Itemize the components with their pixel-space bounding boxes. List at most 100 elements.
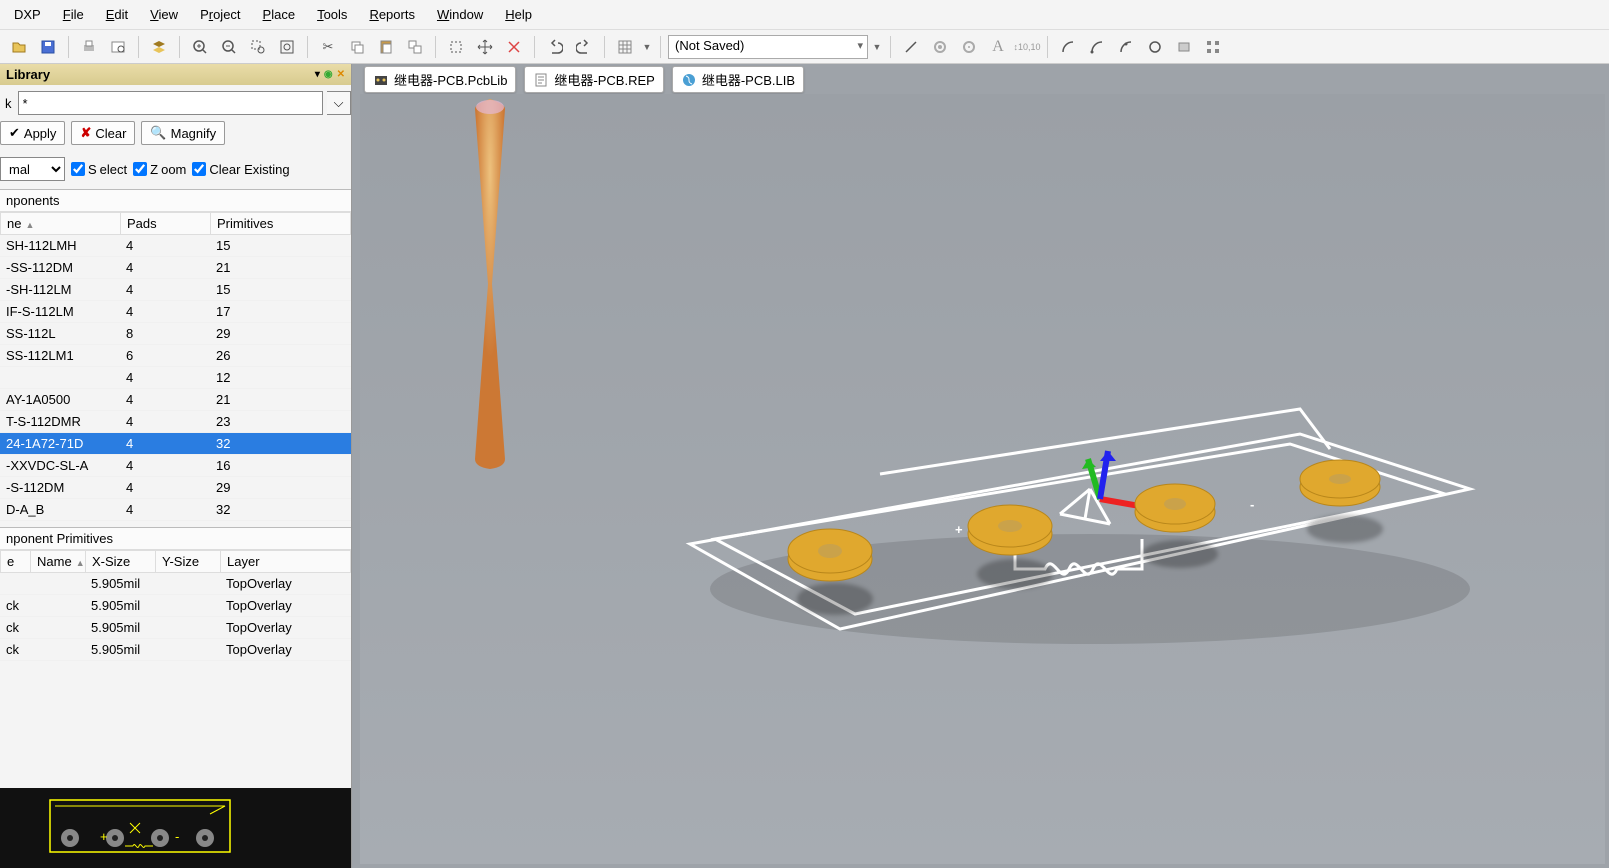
config-selector[interactable]: (Not Saved) bbox=[668, 35, 868, 59]
tab-lib[interactable]: 继电器-PCB.LIB bbox=[672, 66, 804, 93]
mask-label: k bbox=[2, 96, 14, 111]
pcol-name[interactable]: Name▲ bbox=[31, 551, 86, 573]
menu-reports[interactable]: Reports bbox=[359, 3, 425, 26]
menu-help[interactable]: Help bbox=[495, 3, 542, 26]
tab-rep[interactable]: 继电器-PCB.REP bbox=[524, 66, 663, 93]
menu-tools[interactable]: Tools bbox=[307, 3, 357, 26]
select-checkbox[interactable]: Select bbox=[71, 162, 127, 177]
table-row[interactable]: -SS-112DM421 bbox=[0, 257, 351, 279]
tab-pcblib[interactable]: 继电器-PCB.PcbLib bbox=[364, 66, 516, 93]
svg-text:+: + bbox=[100, 829, 108, 844]
arc-tool1-icon[interactable] bbox=[1055, 34, 1081, 60]
circle-tool-icon[interactable] bbox=[1142, 34, 1168, 60]
print-icon[interactable] bbox=[76, 34, 102, 60]
save-icon[interactable] bbox=[35, 34, 61, 60]
undo-icon[interactable] bbox=[542, 34, 568, 60]
panel-title-bar: Library ▾ ◉ ✕ bbox=[0, 64, 351, 85]
duplicate-icon[interactable] bbox=[402, 34, 428, 60]
mask-history-icon[interactable]: ⌵ bbox=[327, 91, 351, 115]
table-row[interactable]: IF-S-112LM417 bbox=[0, 301, 351, 323]
zoom-area-icon[interactable] bbox=[245, 34, 271, 60]
table-row[interactable]: -S-112DM429 bbox=[0, 477, 351, 499]
panel-pin-icon[interactable]: ◉ bbox=[324, 69, 333, 80]
menu-project[interactable]: Project bbox=[190, 3, 250, 26]
dimension-tool-icon[interactable]: ↕10,10 bbox=[1014, 34, 1040, 60]
clear-button[interactable]: ✘Clear bbox=[71, 121, 135, 145]
cut-icon[interactable]: ✂ bbox=[315, 34, 341, 60]
pad-tool-icon[interactable] bbox=[927, 34, 953, 60]
menu-window[interactable]: Window bbox=[427, 3, 493, 26]
pcol-type[interactable]: e bbox=[1, 551, 31, 573]
zoom-in-icon[interactable] bbox=[187, 34, 213, 60]
panel-close-icon[interactable]: ✕ bbox=[337, 69, 345, 80]
via-tool-icon[interactable] bbox=[956, 34, 982, 60]
pcol-layer[interactable]: Layer bbox=[221, 551, 351, 573]
grid-dropdown-icon[interactable]: ▼ bbox=[641, 34, 653, 60]
table-row[interactable]: ck5.905milTopOverlay bbox=[0, 595, 351, 617]
svg-text:-: - bbox=[1250, 497, 1254, 512]
menu-dxp[interactable]: DXP bbox=[4, 3, 51, 26]
select-rect-icon[interactable] bbox=[443, 34, 469, 60]
table-row[interactable]: ck5.905milTopOverlay bbox=[0, 639, 351, 661]
menu-file[interactable]: File bbox=[53, 3, 94, 26]
clear-existing-checkbox[interactable]: Clear Existing bbox=[192, 162, 289, 177]
panel-menu-icon[interactable]: ▾ bbox=[315, 69, 320, 80]
footprint-preview: + - bbox=[0, 788, 351, 868]
table-row[interactable]: -SH-112LM415 bbox=[0, 279, 351, 301]
pcblib-icon bbox=[373, 72, 389, 88]
menu-place[interactable]: Place bbox=[253, 3, 306, 26]
deselect-icon[interactable] bbox=[501, 34, 527, 60]
cursor-3d-icon bbox=[450, 99, 530, 469]
main-view: 继电器-PCB.PcbLib 继电器-PCB.REP 继电器-PCB.LIB bbox=[352, 64, 1609, 868]
redo-icon[interactable] bbox=[571, 34, 597, 60]
table-row[interactable]: T-S-112DMR423 bbox=[0, 411, 351, 433]
rect-tool-icon[interactable] bbox=[1171, 34, 1197, 60]
pcol-xsize[interactable]: X-Size bbox=[86, 551, 156, 573]
main-toolbar: ✂ ▼ (Not Saved) ▼ A ↕10,10 bbox=[0, 30, 1609, 64]
pcol-ysize[interactable]: Y-Size bbox=[156, 551, 221, 573]
array-tool-icon[interactable] bbox=[1200, 34, 1226, 60]
table-row[interactable]: 412 bbox=[0, 367, 351, 389]
col-primitives[interactable]: Primitives bbox=[211, 213, 351, 235]
grid-icon[interactable] bbox=[612, 34, 638, 60]
menu-edit[interactable]: Edit bbox=[96, 3, 138, 26]
zoom-checkbox[interactable]: Zoom bbox=[133, 162, 186, 177]
table-row[interactable]: ck5.905milTopOverlay bbox=[0, 617, 351, 639]
zoom-fit-icon[interactable] bbox=[274, 34, 300, 60]
preview-icon[interactable] bbox=[105, 34, 131, 60]
table-row[interactable]: AY-1A0500421 bbox=[0, 389, 351, 411]
config-dropdown-icon[interactable]: ▼ bbox=[871, 34, 883, 60]
arc-tool2-icon[interactable] bbox=[1084, 34, 1110, 60]
panel-title: Library bbox=[6, 67, 50, 82]
mode-select[interactable]: mal bbox=[0, 157, 65, 181]
primitives-section: nponent Primitives bbox=[0, 528, 351, 550]
paste-icon[interactable] bbox=[373, 34, 399, 60]
line-tool-icon[interactable] bbox=[898, 34, 924, 60]
col-pads[interactable]: Pads bbox=[121, 213, 211, 235]
table-row[interactable]: D-A_B432 bbox=[0, 499, 351, 521]
move-icon[interactable] bbox=[472, 34, 498, 60]
magnify-button[interactable]: 🔍Magnify bbox=[141, 121, 225, 145]
layers-icon[interactable] bbox=[146, 34, 172, 60]
table-row[interactable]: SS-112L829 bbox=[0, 323, 351, 345]
footprint-3d: + - bbox=[660, 354, 1490, 684]
string-tool-icon[interactable]: A bbox=[985, 34, 1011, 60]
arc-tool3-icon[interactable] bbox=[1113, 34, 1139, 60]
copy-icon[interactable] bbox=[344, 34, 370, 60]
zoom-out-icon[interactable] bbox=[216, 34, 242, 60]
table-row[interactable]: SS-112LM1626 bbox=[0, 345, 351, 367]
table-row[interactable]: 24-1A72-71D432 bbox=[0, 433, 351, 455]
table-row[interactable]: 5.905milTopOverlay bbox=[0, 573, 351, 595]
col-name[interactable]: ne▲ bbox=[1, 213, 121, 235]
components-list[interactable]: SH-112LMH415-SS-112DM421-SH-112LM415IF-S… bbox=[0, 235, 351, 521]
table-row[interactable]: SH-112LMH415 bbox=[0, 235, 351, 257]
mask-input[interactable] bbox=[18, 91, 324, 115]
primitives-list[interactable]: 5.905milTopOverlayck5.905milTopOverlayck… bbox=[0, 573, 351, 661]
pcb-3d-canvas[interactable]: + - bbox=[360, 94, 1605, 864]
menu-view[interactable]: View bbox=[140, 3, 188, 26]
menu-bar: DXP File Edit View Project Place Tools R… bbox=[0, 0, 1609, 30]
table-row[interactable]: -XXVDC-SL-A416 bbox=[0, 455, 351, 477]
components-section: nponents bbox=[0, 190, 351, 212]
apply-button[interactable]: ✔Apply bbox=[0, 121, 65, 145]
open-icon[interactable] bbox=[6, 34, 32, 60]
